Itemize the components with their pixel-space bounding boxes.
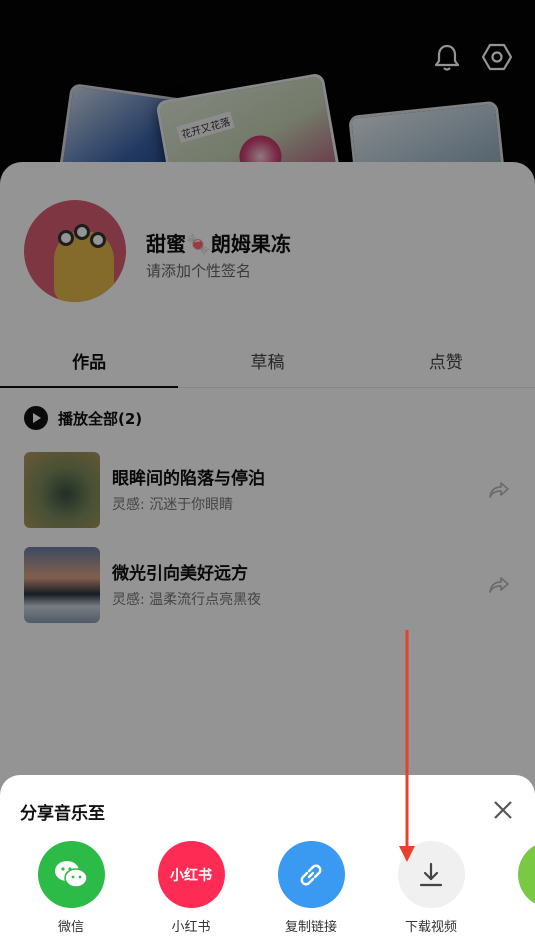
share-moments-button[interactable]: 朋 — [511, 841, 535, 935]
share-label: 小红书 — [171, 920, 211, 935]
xiaohongshu-icon: 小红书 — [157, 841, 225, 908]
close-icon[interactable] — [490, 797, 516, 823]
share-xiaohongshu-button[interactable]: 小红书 小红书 — [151, 841, 231, 935]
share-download-video-button[interactable]: 下载视频 — [391, 841, 471, 935]
share-sheet-title: 分享音乐至 — [20, 804, 105, 824]
wechat-icon — [37, 841, 105, 908]
link-icon — [277, 841, 345, 908]
xiaohongshu-logo-text: 小红书 — [170, 867, 212, 884]
share-copy-link-button[interactable]: 复制链接 — [271, 841, 351, 935]
download-icon — [397, 841, 465, 908]
share-label: 复制链接 — [284, 920, 337, 935]
share-label: 微信 — [57, 920, 84, 935]
share-wechat-button[interactable]: 微信 — [31, 841, 111, 935]
moments-icon — [517, 841, 535, 908]
share-sheet: 分享音乐至 微信 小红书 小红书 复制链接 下载视频 朋 — [0, 775, 535, 951]
share-label: 下载视频 — [404, 920, 457, 935]
share-label: 朋 — [511, 916, 535, 935]
